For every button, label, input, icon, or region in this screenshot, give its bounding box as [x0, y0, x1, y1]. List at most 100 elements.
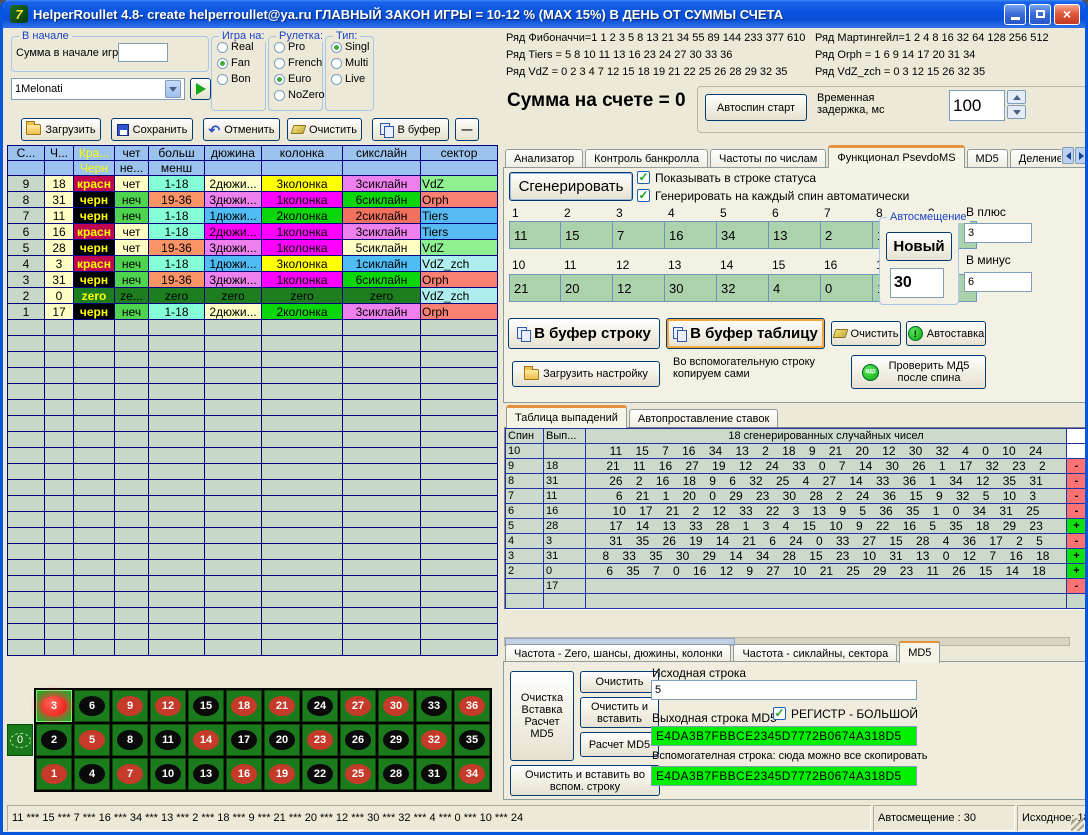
history-empty-cell[interactable]: [262, 608, 343, 624]
board-cell-19[interactable]: 19: [264, 758, 300, 790]
spins-mark-cell[interactable]: +: [1067, 549, 1087, 564]
history-empty-cell[interactable]: [74, 352, 115, 368]
history-empty-cell[interactable]: [262, 592, 343, 608]
history-empty-cell[interactable]: [149, 480, 205, 496]
generated-number-cell[interactable]: 11: [509, 221, 561, 249]
history-header-cell[interactable]: [205, 161, 262, 176]
tab-main-5[interactable]: MD5: [967, 149, 1008, 168]
history-cell[interactable]: 1-18: [149, 224, 205, 240]
board-cell-31[interactable]: 31: [416, 758, 452, 790]
history-cell[interactable]: 11: [45, 208, 74, 224]
auto-generate-checkbox[interactable]: ✓ Генерировать на каждый спин автоматиче…: [637, 189, 909, 203]
history-empty-cell[interactable]: [262, 576, 343, 592]
history-cell[interactable]: 5: [8, 240, 45, 256]
history-empty-cell[interactable]: [421, 400, 498, 416]
history-cell[interactable]: 1-18: [149, 208, 205, 224]
radio-option-multi[interactable]: Multi: [331, 57, 373, 69]
history-empty-cell[interactable]: [149, 320, 205, 336]
history-empty-cell[interactable]: [149, 608, 205, 624]
history-empty-cell[interactable]: [205, 496, 262, 512]
history-empty-cell[interactable]: [262, 432, 343, 448]
history-empty-cell[interactable]: [421, 320, 498, 336]
board-cell-2[interactable]: 2: [36, 724, 72, 756]
history-cell[interactable]: 1колонка: [262, 192, 343, 208]
tab-main-2[interactable]: Контроль банкролла: [585, 149, 708, 168]
history-empty-cell[interactable]: [149, 560, 205, 576]
spins-spin-cell[interactable]: [506, 594, 544, 609]
history-empty-cell[interactable]: [115, 496, 149, 512]
board-cell-35[interactable]: 35: [454, 724, 490, 756]
spins-num-cell[interactable]: 31: [544, 549, 586, 564]
history-empty-cell[interactable]: [421, 608, 498, 624]
md5-clear-paste-button[interactable]: Очистить и вставить: [580, 697, 659, 728]
history-cell[interactable]: zero: [262, 288, 343, 304]
tab-spins-2[interactable]: Автопроставление ставок: [629, 409, 778, 428]
history-cell[interactable]: 2дюжи...: [205, 176, 262, 192]
spins-spin-cell[interactable]: 5: [506, 519, 544, 534]
history-cell[interactable]: 6: [8, 224, 45, 240]
spins-mark-cell[interactable]: +: [1067, 519, 1087, 534]
history-empty-cell[interactable]: [421, 480, 498, 496]
history-empty-cell[interactable]: [262, 480, 343, 496]
history-cell[interactable]: 2дюжи...: [205, 224, 262, 240]
history-cell[interactable]: 1сиклайн: [343, 256, 421, 272]
spins-mark-cell[interactable]: -: [1067, 504, 1087, 519]
history-cell[interactable]: 3дюжи...: [205, 192, 262, 208]
spins-spin-cell[interactable]: [506, 579, 544, 594]
spins-num-cell[interactable]: 31: [544, 474, 586, 489]
board-cell-13[interactable]: 13: [188, 758, 224, 790]
history-empty-cell[interactable]: [45, 528, 74, 544]
history-empty-cell[interactable]: [115, 608, 149, 624]
spins-num-cell[interactable]: [544, 594, 586, 609]
board-cell-10[interactable]: 10: [150, 758, 186, 790]
history-cell[interactable]: VdZ_zch: [421, 288, 498, 304]
history-empty-cell[interactable]: [8, 528, 45, 544]
history-empty-cell[interactable]: [8, 352, 45, 368]
spins-spin-cell[interactable]: 6: [506, 504, 544, 519]
tab-main-6[interactable]: Деление кол: [1010, 149, 1061, 168]
generated-number-cell[interactable]: 16: [665, 221, 717, 249]
play-button[interactable]: [190, 78, 211, 100]
history-empty-cell[interactable]: [343, 336, 421, 352]
history-empty-cell[interactable]: [45, 480, 74, 496]
spins-spin-cell[interactable]: 7: [506, 489, 544, 504]
history-empty-cell[interactable]: [421, 352, 498, 368]
history-empty-cell[interactable]: [74, 624, 115, 640]
history-header-cell[interactable]: сикслайн: [343, 146, 421, 161]
helper-string-field[interactable]: E4DA3B7FBBCE2345D7772B0674A318D5: [651, 766, 917, 786]
spins-mark-cell[interactable]: -: [1067, 534, 1087, 549]
preset-combo[interactable]: 1Melonati: [11, 78, 185, 100]
history-empty-cell[interactable]: [115, 432, 149, 448]
spin-up-button[interactable]: [1007, 90, 1026, 104]
history-empty-cell[interactable]: [205, 480, 262, 496]
plus-input[interactable]: [964, 223, 1032, 243]
source-string-input[interactable]: [651, 680, 917, 700]
history-empty-cell[interactable]: [115, 384, 149, 400]
history-empty-cell[interactable]: [149, 592, 205, 608]
board-cell-33[interactable]: 33: [416, 690, 452, 722]
history-cell[interactable]: 6сиклайн: [343, 272, 421, 288]
history-empty-cell[interactable]: [421, 512, 498, 528]
generated-number-cell[interactable]: 12: [613, 274, 665, 302]
generated-number-cell[interactable]: 20: [561, 274, 613, 302]
history-empty-cell[interactable]: [343, 608, 421, 624]
history-cell[interactable]: черн: [74, 304, 115, 320]
history-empty-cell[interactable]: [262, 352, 343, 368]
history-empty-cell[interactable]: [421, 448, 498, 464]
history-empty-cell[interactable]: [205, 544, 262, 560]
generate-button[interactable]: Сгенерировать: [509, 172, 633, 201]
spins-mark-cell[interactable]: -: [1067, 474, 1087, 489]
spins-mark-cell[interactable]: +: [1067, 564, 1087, 579]
history-empty-cell[interactable]: [343, 624, 421, 640]
history-cell[interactable]: 28: [45, 240, 74, 256]
minus-input[interactable]: [964, 272, 1032, 292]
spins-mark-cell[interactable]: [1067, 444, 1087, 459]
generated-number-cell[interactable]: 7: [613, 221, 665, 249]
history-empty-cell[interactable]: [74, 400, 115, 416]
history-cell[interactable]: неч: [115, 192, 149, 208]
copy-row-button[interactable]: В буфер строку: [508, 318, 660, 349]
history-empty-cell[interactable]: [343, 512, 421, 528]
history-cell[interactable]: 31: [45, 272, 74, 288]
board-cell-27[interactable]: 27: [340, 690, 376, 722]
history-empty-cell[interactable]: [205, 400, 262, 416]
